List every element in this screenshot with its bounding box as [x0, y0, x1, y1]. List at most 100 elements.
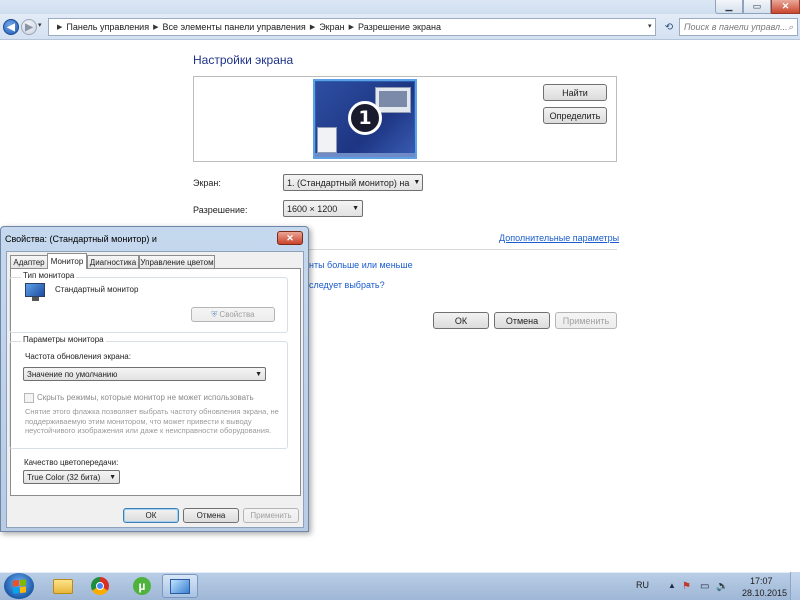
- minimize-icon: ▁: [725, 1, 733, 11]
- refresh-icon[interactable]: ⟲: [660, 18, 678, 36]
- volume-icon[interactable]: 🔈: [716, 581, 728, 592]
- close-icon: ✕: [781, 1, 790, 11]
- clock-date[interactable]: 28.10.2015: [742, 588, 787, 598]
- monitor-properties-label: Свойства: [219, 310, 255, 319]
- show-hidden-icons-icon[interactable]: ▲: [668, 581, 676, 590]
- breadcrumb-root-arrow-icon[interactable]: ▶: [57, 23, 62, 31]
- search-input[interactable]: Поиск в панели управл... ⌕: [679, 18, 798, 36]
- network-icon[interactable]: ▭: [700, 581, 709, 592]
- thumbnail-taskbar-graphic: [315, 153, 415, 157]
- screen-select-value: 1. (Стандартный монитор) на: [287, 177, 410, 188]
- thumbnail-doc-graphic: [317, 127, 337, 153]
- refresh-rate-value: Значение по умолчанию: [27, 369, 118, 379]
- breadcrumb-resolution[interactable]: Разрешение экрана: [358, 22, 441, 32]
- color-quality-label: Качество цветопередачи:: [24, 458, 119, 467]
- start-button[interactable]: [4, 573, 34, 599]
- find-button[interactable]: Найти: [543, 84, 607, 101]
- language-indicator[interactable]: RU: [636, 580, 649, 590]
- hide-modes-checkbox[interactable]: [24, 393, 34, 403]
- taskbar: [0, 572, 800, 600]
- dialog-apply-button[interactable]: Применить: [243, 508, 299, 523]
- tab-monitor[interactable]: Монитор: [47, 253, 87, 269]
- close-window-button[interactable]: ✕: [771, 0, 800, 14]
- shield-icon: ⛨: [211, 309, 218, 319]
- taskbar-display-settings[interactable]: [162, 574, 198, 598]
- breadcrumb-arrow-icon[interactable]: ▶: [153, 23, 158, 31]
- breadcrumb-display[interactable]: Экран: [319, 22, 344, 32]
- dropdown-arrow-icon: ▼: [109, 473, 116, 481]
- back-arrow-icon: ◀: [7, 21, 15, 33]
- dialog-close-button[interactable]: ✕: [277, 231, 303, 245]
- hide-modes-description: Снятие этого флажка позволяет выбрать ча…: [25, 407, 279, 435]
- folder-icon: [53, 578, 73, 594]
- show-desktop-button[interactable]: [790, 572, 800, 600]
- tab-adapter[interactable]: Адаптер: [10, 255, 48, 269]
- page-title: Настройки экрана: [193, 53, 294, 67]
- history-dropdown-icon[interactable]: ▾: [38, 21, 42, 29]
- monitor-name: Стандартный монитор: [55, 285, 139, 294]
- resolution-select[interactable]: 1600 × 1200 ▼: [283, 200, 363, 217]
- dropdown-arrow-icon: ▼: [255, 370, 262, 378]
- taskbar-chrome[interactable]: [82, 574, 118, 598]
- cancel-button[interactable]: Отмена: [494, 312, 550, 329]
- maximize-button[interactable]: ▭: [743, 0, 771, 14]
- apply-button[interactable]: Применить: [555, 312, 617, 329]
- maximize-icon: ▭: [752, 1, 762, 11]
- clock-time[interactable]: 17:07: [750, 576, 773, 586]
- tab-diagnostics[interactable]: Диагностика: [87, 255, 139, 269]
- breadcrumb-all-items[interactable]: Все элементы панели управления: [162, 22, 305, 32]
- minimize-button[interactable]: ▁: [715, 0, 743, 14]
- close-icon: ✕: [286, 232, 294, 243]
- utorrent-icon: µ: [133, 577, 151, 595]
- advanced-settings-link[interactable]: Дополнительные параметры: [499, 233, 619, 243]
- resolution-label: Разрешение:: [193, 205, 248, 215]
- windows-logo-icon: [12, 578, 26, 594]
- monitor-screen-graphic: [25, 283, 45, 297]
- color-quality-select[interactable]: True Color (32 бита) ▼: [23, 470, 120, 484]
- monitor-properties-dialog: Свойства: (Стандартный монитор) и ✕ Адап…: [0, 226, 309, 532]
- breadcrumb-arrow-icon[interactable]: ▶: [349, 23, 354, 31]
- display-settings-icon: [170, 578, 190, 594]
- monitor-properties-button[interactable]: ⛨ Свойства: [191, 307, 275, 322]
- dropdown-arrow-icon: ▼: [413, 179, 421, 186]
- dialog-cancel-button[interactable]: Отмена: [183, 508, 239, 523]
- tab-color-management[interactable]: Управление цветом: [139, 255, 215, 269]
- search-placeholder: Поиск в панели управл...: [684, 22, 788, 32]
- color-quality-value: True Color (32 бита): [27, 472, 101, 482]
- address-dropdown-icon[interactable]: ▾: [648, 22, 652, 30]
- monitor-icon: [25, 283, 47, 303]
- thumbnail-window-content: [379, 91, 407, 107]
- forward-button[interactable]: ▶: [21, 19, 37, 35]
- chrome-icon: [91, 577, 109, 595]
- dialog-ok-button[interactable]: ОК: [123, 508, 179, 523]
- monitor-stand-graphic: [32, 297, 39, 301]
- monitor-type-group: [9, 277, 288, 333]
- refresh-rate-select[interactable]: Значение по умолчанию ▼: [23, 367, 266, 381]
- window-titlebar: [0, 0, 800, 14]
- dialog-title: Свойства: (Стандартный монитор) и: [5, 234, 157, 244]
- ok-button[interactable]: ОК: [433, 312, 489, 329]
- monitor-params-title: Параметры монитора: [21, 335, 106, 344]
- taskbar-utorrent[interactable]: µ: [124, 574, 160, 598]
- dropdown-arrow-icon: ▼: [352, 205, 359, 212]
- refresh-rate-label: Частота обновления экрана:: [25, 352, 131, 361]
- hide-modes-label: Скрыть режимы, которые монитор не может …: [37, 393, 254, 402]
- identify-button[interactable]: Определить: [543, 107, 607, 124]
- which-settings-link[interactable]: следует выбрать?: [309, 280, 385, 290]
- screen-select[interactable]: 1. (Стандартный монитор) на ▼: [283, 174, 423, 191]
- back-button[interactable]: ◀: [3, 19, 19, 35]
- monitor-1-thumbnail[interactable]: 1: [313, 79, 417, 159]
- resolution-select-value: 1600 × 1200: [287, 203, 338, 214]
- breadcrumb-arrow-icon[interactable]: ▶: [310, 23, 315, 31]
- monitor-type-title: Тип монитора: [21, 271, 77, 280]
- forward-arrow-icon: ▶: [25, 21, 33, 33]
- text-size-link[interactable]: нты больше или меньше: [309, 260, 413, 270]
- action-center-flag-icon[interactable]: ⚑: [682, 581, 691, 592]
- screen-label: Экран:: [193, 178, 221, 188]
- monitor-number-badge: 1: [348, 101, 382, 135]
- divider: [300, 249, 617, 250]
- search-icon[interactable]: ⌕: [788, 22, 793, 33]
- breadcrumb-control-panel[interactable]: Панель управления: [66, 22, 149, 32]
- address-bar[interactable]: ▶ Панель управления ▶ Все элементы панел…: [48, 18, 656, 36]
- taskbar-explorer[interactable]: [45, 574, 81, 598]
